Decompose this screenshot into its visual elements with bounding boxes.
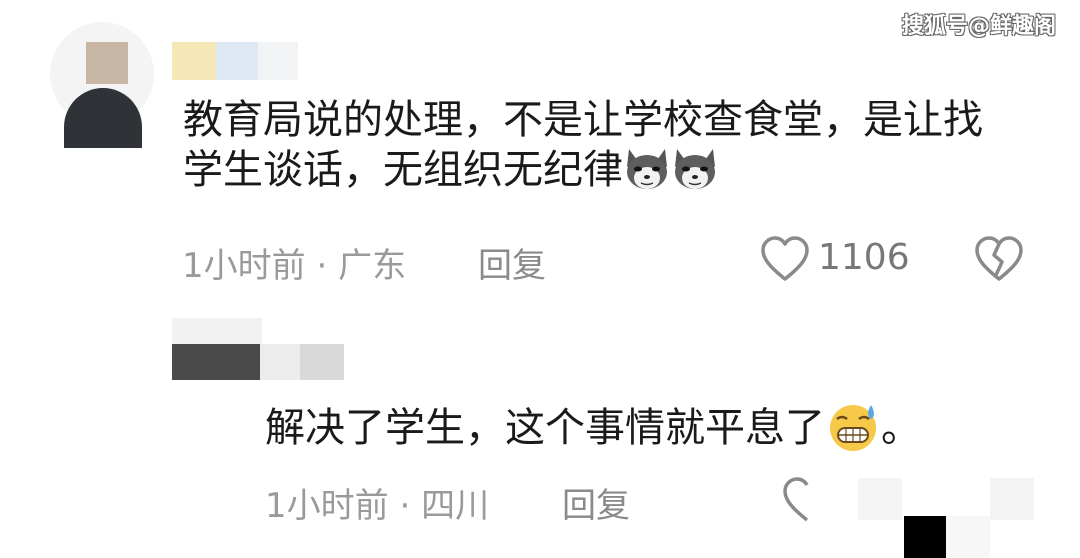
meta-separator: · <box>399 486 411 526</box>
reply-location: 四川 <box>421 486 490 526</box>
username-blurred-top <box>172 318 262 344</box>
like-count: 1106 <box>818 237 910 278</box>
reply-reply-button[interactable]: 回复 <box>562 478 630 527</box>
reply-username-blurred-2 <box>300 344 344 380</box>
dislike-broken-heart-icon[interactable] <box>974 235 1024 285</box>
reply-suffix: 。 <box>881 405 921 451</box>
meta-separator: · <box>316 246 328 286</box>
comment-text: 教育局说的处理，不是让学校查食堂，是让找学生谈话，无组织无纪律 <box>183 95 1003 195</box>
reply-like-heart-icon[interactable] <box>782 476 832 526</box>
like-heart-icon[interactable] <box>760 235 810 285</box>
reply-meta: 1小时前 · 四川 <box>265 478 489 527</box>
comment-location: 广东 <box>338 246 407 286</box>
redaction-block-dark <box>904 516 946 558</box>
reply-time: 1小时前 <box>265 486 389 526</box>
username-blurred-2 <box>216 42 258 80</box>
husky-dog-emoji <box>623 145 671 191</box>
comment-meta: 1小时前 · 广东 <box>182 238 406 287</box>
comment-time: 1小时前 <box>182 246 306 286</box>
redaction-block <box>990 478 1034 520</box>
husky-dog-emoji <box>671 145 719 191</box>
reply-comment-text: 解决了学生，这个事情就平息了 。 <box>265 400 921 456</box>
username-blurred-3 <box>258 42 298 80</box>
sweat-grin-emoji <box>825 401 881 453</box>
redaction-block <box>946 516 990 558</box>
redaction-block <box>858 478 902 520</box>
avatar-face-blurred <box>86 42 128 84</box>
username-blurred[interactable] <box>172 42 216 80</box>
comment-body: 教育局说的处理，不是让学校查食堂，是让找学生谈话，无组织无纪律 <box>183 97 983 193</box>
reply-body: 解决了学生，这个事情就平息了 <box>265 405 825 451</box>
reply-avatar-blurred[interactable] <box>172 344 260 380</box>
watermark: 搜狐号@鲜趣阁 <box>902 14 1057 39</box>
reply-username-blurred[interactable] <box>260 344 300 380</box>
reply-button[interactable]: 回复 <box>478 238 546 287</box>
